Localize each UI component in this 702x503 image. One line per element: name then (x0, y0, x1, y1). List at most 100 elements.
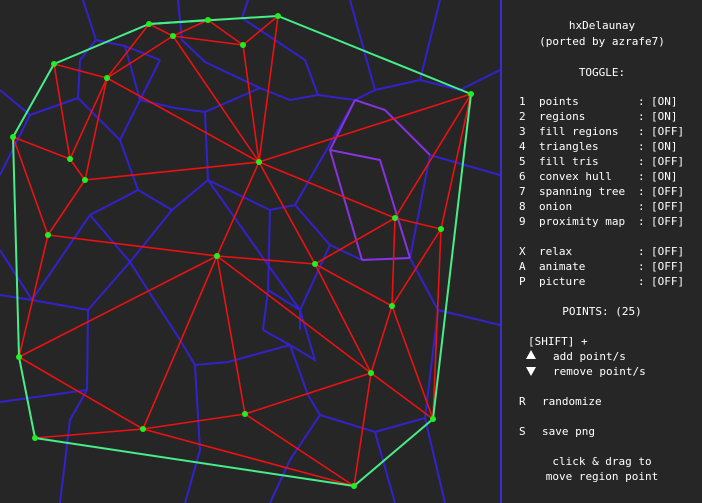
region-point[interactable] (468, 91, 474, 97)
triangle-edge (142, 413, 246, 430)
voronoi-edge-highlight (329, 149, 411, 259)
region-point[interactable] (430, 416, 436, 422)
region-point[interactable] (368, 370, 374, 376)
hull-edge (432, 93, 472, 420)
region-point[interactable] (45, 232, 51, 238)
toggle-key: 1 (519, 95, 526, 108)
save-png-label[interactable]: save png (542, 424, 595, 439)
voronoi-edge (0, 309, 89, 403)
triangle-edge (69, 158, 86, 181)
toggle-key: 2 (519, 110, 526, 123)
toggle-value[interactable]: [OFF] (651, 184, 684, 199)
app-subtitle: (ported by azrafe7) (539, 35, 665, 48)
toggle-value[interactable]: [OFF] (651, 274, 684, 289)
region-point[interactable] (275, 13, 281, 19)
voronoi-edge (259, 87, 356, 102)
toggle-row[interactable]: 2 regions: [ON] (502, 109, 702, 124)
region-point[interactable] (438, 226, 444, 232)
extra-row[interactable]: Aanimate: [OFF] (502, 259, 702, 274)
triangle-edge (84, 161, 260, 181)
region-point[interactable] (214, 253, 220, 259)
region-point[interactable] (146, 21, 152, 27)
voronoi-edge (89, 209, 173, 264)
randomize-label[interactable]: randomize (542, 394, 602, 409)
region-point[interactable] (10, 134, 16, 140)
toggle-row[interactable]: 7 spanning tree: [OFF] (502, 184, 702, 199)
toggle-row[interactable]: 5 fill tris: [OFF] (502, 154, 702, 169)
toggle-row[interactable]: 3 fill regions: [OFF] (502, 124, 702, 139)
triangle-edge (47, 179, 86, 236)
delaunay-canvas[interactable] (0, 0, 500, 503)
voronoi-edge (138, 59, 176, 109)
extra-row[interactable]: Ppicture: [OFF] (502, 274, 702, 289)
region-point[interactable] (51, 61, 57, 67)
region-point[interactable] (312, 261, 318, 267)
voronoi-edge (319, 414, 426, 434)
triangle-edge (106, 35, 174, 79)
toggle-value[interactable]: [OFF] (651, 214, 684, 229)
toggle-value[interactable]: [ON] (651, 139, 678, 154)
toggle-separator: : (638, 170, 645, 183)
triangle-edge (18, 356, 144, 430)
toggle-key: 6 (519, 170, 526, 183)
toggle-value[interactable]: [OFF] (651, 154, 684, 169)
points-count: POINTS: (25) (562, 305, 642, 318)
region-point[interactable] (170, 33, 176, 39)
triangle-edge (47, 234, 218, 257)
toggle-separator: : (638, 95, 645, 108)
region-point[interactable] (205, 17, 211, 23)
triangle-edge (370, 372, 434, 420)
hull-edge (34, 437, 355, 487)
region-point[interactable] (67, 156, 73, 162)
region-point[interactable] (240, 42, 246, 48)
voronoi-edge (171, 111, 210, 211)
toggle-value[interactable]: [OFF] (651, 124, 684, 139)
triangle-edge (172, 35, 260, 163)
toggle-separator: : (638, 140, 645, 153)
toggle-row[interactable]: 4 triangles: [ON] (502, 139, 702, 154)
region-point[interactable] (16, 354, 22, 360)
toggle-value[interactable]: [ON] (651, 169, 678, 184)
extra-row[interactable]: Xrelax: [OFF] (502, 244, 702, 259)
region-point[interactable] (32, 435, 38, 441)
toggle-row[interactable]: 6 convex hull: [ON] (502, 169, 702, 184)
hull-edge (12, 136, 20, 358)
toggle-label: points (539, 95, 579, 108)
region-point[interactable] (104, 75, 110, 81)
toggle-value[interactable]: [OFF] (651, 199, 684, 214)
triangle-edge (242, 15, 279, 46)
triangle-edge (391, 228, 442, 307)
toggle-value[interactable]: [ON] (651, 109, 678, 124)
hull-edge (53, 23, 150, 65)
triangle-edge (258, 161, 316, 265)
triangle-edge (53, 63, 71, 160)
save-key: S (519, 425, 526, 438)
region-point[interactable] (140, 426, 146, 432)
toggle-value[interactable]: [OFF] (651, 259, 684, 274)
toggle-value[interactable]: [ON] (651, 94, 678, 109)
voronoi-edge (419, 69, 500, 92)
toggle-label: proximity map (539, 215, 626, 228)
region-point[interactable] (389, 303, 395, 309)
region-point[interactable] (242, 411, 248, 417)
triangle-edge (142, 428, 355, 487)
triangle-edge (314, 263, 372, 374)
toggle-row[interactable]: 8 onion: [OFF] (502, 199, 702, 214)
toggle-row[interactable]: 1 points: [ON] (502, 94, 702, 109)
region-point[interactable] (82, 177, 88, 183)
toggle-separator: : (638, 200, 645, 213)
toggle-key: 9 (519, 215, 526, 228)
arrow-up-icon (526, 350, 536, 359)
remove-points-label: remove point/s (553, 365, 646, 378)
voronoi-edge (119, 99, 141, 141)
toggle-label: spanning tree (539, 185, 626, 198)
triangle-edge (142, 255, 218, 430)
region-point[interactable] (392, 215, 398, 221)
toggle-separator: : (638, 275, 645, 288)
toggle-row[interactable]: 9 proximity map: [OFF] (502, 214, 702, 229)
region-point[interactable] (351, 483, 357, 489)
voronoi-edge (349, 0, 376, 91)
region-point[interactable] (256, 159, 262, 165)
toggle-value[interactable]: [OFF] (651, 244, 684, 259)
voronoi-edge (77, 97, 121, 141)
